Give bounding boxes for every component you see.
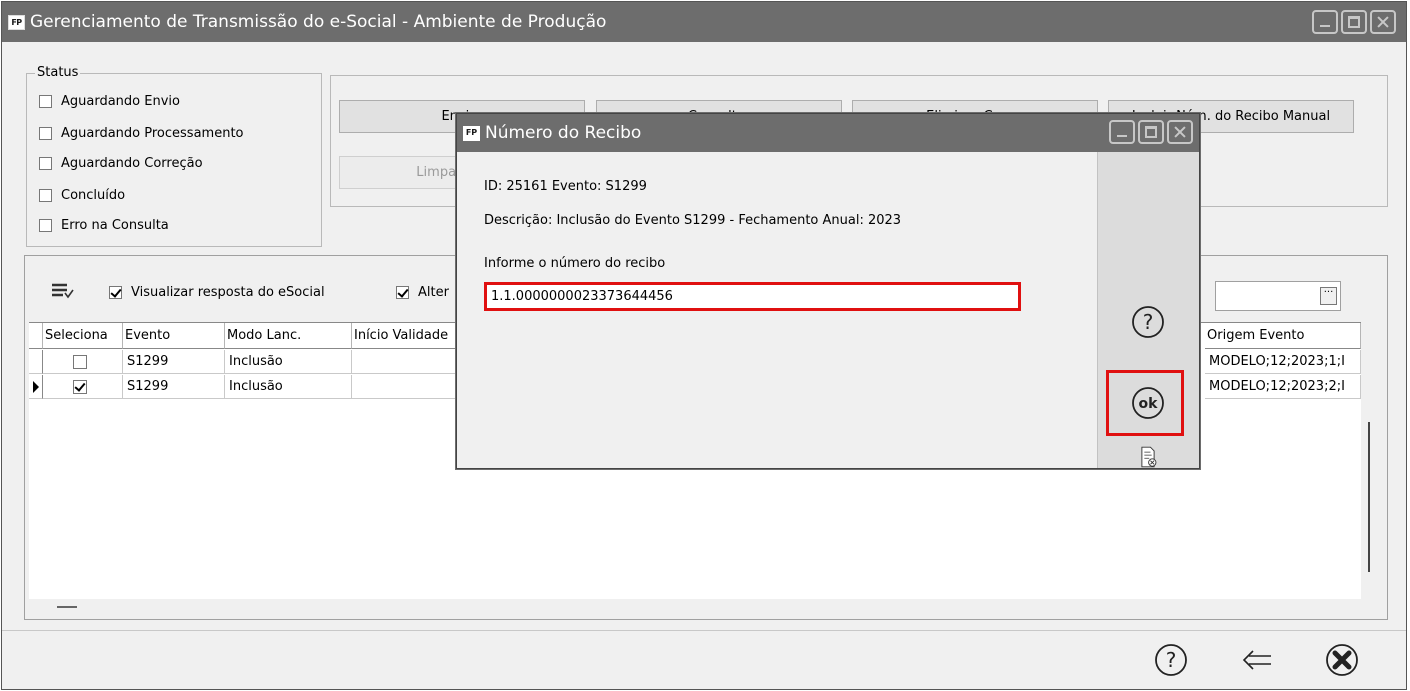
status-erro-consulta[interactable]: Erro na Consulta: [39, 218, 169, 233]
cancel-document-icon[interactable]: [1130, 446, 1166, 468]
recibo-number-input[interactable]: [484, 282, 1021, 311]
row-indicator: [29, 350, 43, 374]
event-id-line: ID: 25161 Evento: S1299: [484, 179, 647, 194]
svg-text:?: ?: [1143, 310, 1154, 334]
status-aguardando-envio[interactable]: Aguardando Envio: [39, 94, 180, 109]
recibo-input-label: Informe o número do recibo: [484, 256, 666, 271]
event-description: Descrição: Inclusão do Evento S1299 - Fe…: [484, 213, 902, 228]
maximize-button[interactable]: [1341, 10, 1367, 34]
dialog-body: ID: 25161 Evento: S1299 Descrição: Inclu…: [457, 152, 1098, 468]
app-icon: FP: [8, 14, 25, 30]
cell-modo: Inclusão: [225, 350, 352, 374]
visualizar-resposta-option[interactable]: Visualizar resposta do eSocial: [109, 285, 325, 300]
cell-evento: S1299: [123, 350, 225, 374]
filter-combo[interactable]: ···: [1215, 281, 1341, 311]
window-title: Gerenciamento de Transmissão do e-Social…: [30, 12, 607, 32]
numero-recibo-dialog: FP Número do Recibo ID: 25161 Evento: S1…: [456, 113, 1200, 469]
alterar-option[interactable]: Alter: [396, 285, 449, 300]
checkbox-label: Aguardando Envio: [61, 94, 180, 109]
svg-text:?: ?: [1166, 648, 1177, 672]
svg-text:ok: ok: [1139, 396, 1159, 412]
dialog-maximize-button[interactable]: [1138, 120, 1164, 144]
ok-icon[interactable]: ok: [1130, 385, 1166, 421]
col-origem-evento[interactable]: Origem Evento: [1205, 323, 1361, 349]
cell-modo: Inclusão: [225, 375, 352, 399]
checkbox[interactable]: [39, 157, 52, 170]
status-aguardando-correcao[interactable]: Aguardando Correção: [39, 156, 203, 171]
main-titlebar: FP Gerenciamento de Transmissão do e-Soc…: [2, 2, 1406, 42]
checkbox[interactable]: [39, 219, 52, 232]
status-legend: Status: [35, 65, 81, 80]
checkbox-label: Erro na Consulta: [61, 218, 169, 233]
col-evento[interactable]: Evento: [123, 323, 225, 349]
cell-origem: MODELO;12;2023;2;I: [1205, 375, 1361, 399]
vertical-scrollbar[interactable]: [1368, 422, 1370, 572]
row-checkbox[interactable]: [73, 355, 87, 369]
close-window-button[interactable]: [1370, 10, 1396, 34]
status-filter-group: Status Aguardando Envio Aguardando Proce…: [26, 65, 322, 247]
close-circle-icon[interactable]: [1324, 642, 1360, 678]
table-row-select-cell[interactable]: [43, 375, 123, 399]
dialog-action-sidebar: ? ok: [1097, 152, 1199, 468]
checkbox[interactable]: [39, 189, 52, 202]
checkbox-label: Concluído: [61, 188, 126, 203]
option-label: Alter: [418, 285, 449, 300]
help-icon[interactable]: ?: [1130, 304, 1166, 340]
grid-footer-indicator: [57, 606, 77, 608]
window-controls: [1312, 10, 1396, 34]
col-seleciona[interactable]: Seleciona: [43, 323, 123, 349]
current-row-indicator: [29, 375, 43, 399]
checkbox[interactable]: [39, 127, 52, 140]
ellipsis-button[interactable]: ···: [1320, 287, 1337, 305]
cell-evento: S1299: [123, 375, 225, 399]
back-arrow-icon[interactable]: [1239, 642, 1275, 678]
checkbox-label: Aguardando Correção: [61, 156, 203, 171]
dialog-app-icon: FP: [463, 125, 480, 141]
col-modo-lanc[interactable]: Modo Lanc.: [225, 323, 352, 349]
minimize-button[interactable]: [1312, 10, 1338, 34]
row-checkbox[interactable]: [73, 380, 87, 394]
status-concluido[interactable]: Concluído: [39, 188, 125, 203]
checkbox[interactable]: [39, 95, 52, 108]
cell-origem: MODELO;12;2023;1;I: [1205, 350, 1361, 374]
dialog-title: Número do Recibo: [485, 123, 642, 143]
select-all-icon[interactable]: [51, 279, 75, 301]
dialog-titlebar: FP Número do Recibo: [457, 114, 1199, 152]
table-row-select-cell[interactable]: [43, 350, 123, 374]
dialog-window-controls: [1109, 120, 1193, 144]
option-label: Visualizar resposta do eSocial: [131, 285, 325, 300]
status-aguardando-processamento[interactable]: Aguardando Processamento: [39, 126, 244, 141]
dialog-close-button[interactable]: [1167, 120, 1193, 144]
help-icon[interactable]: ?: [1153, 642, 1189, 678]
bottom-toolbar: ?: [2, 630, 1406, 689]
dialog-minimize-button[interactable]: [1109, 120, 1135, 144]
checkbox[interactable]: [396, 286, 409, 299]
checkbox[interactable]: [109, 286, 122, 299]
checkbox-label: Aguardando Processamento: [61, 126, 244, 141]
row-indicator-header: [29, 323, 43, 349]
